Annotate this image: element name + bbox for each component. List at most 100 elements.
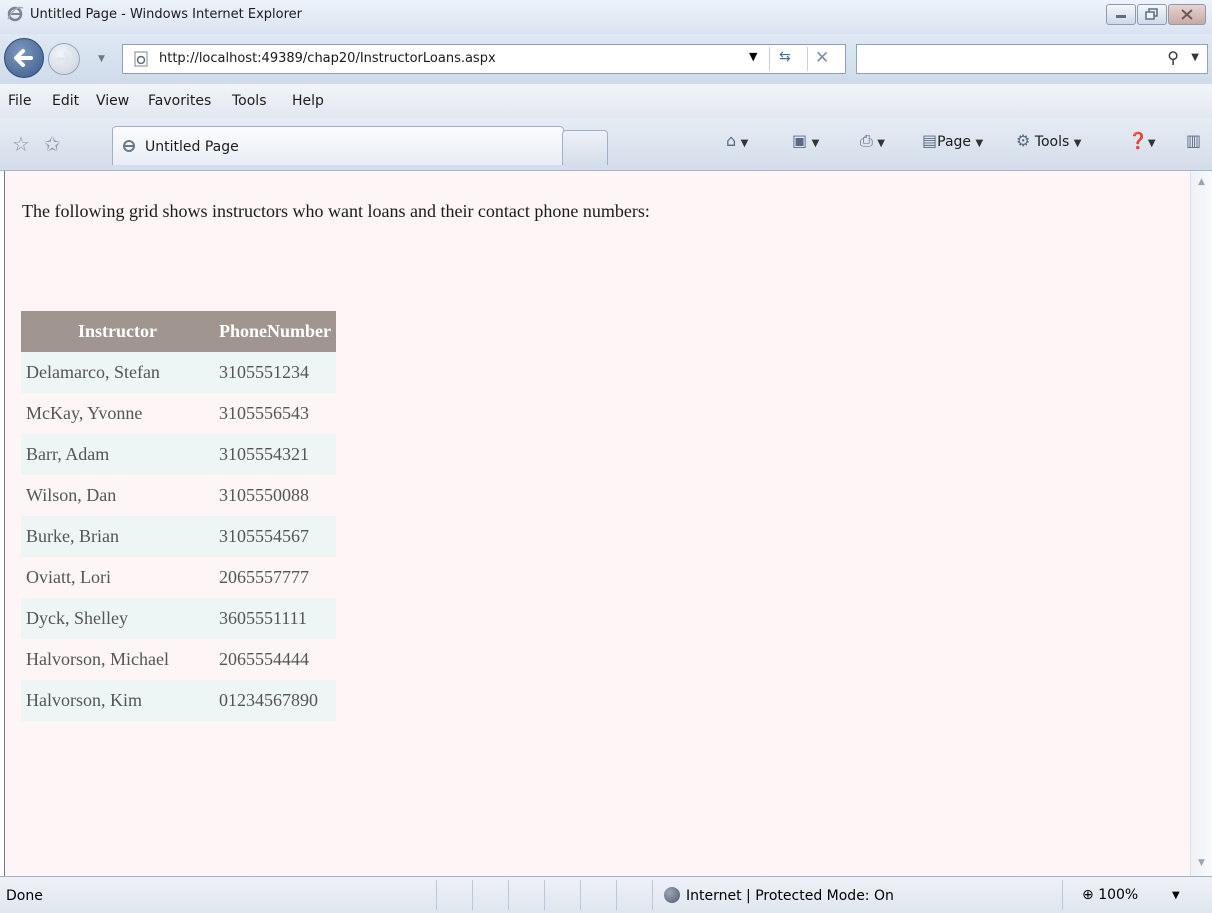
- menu-tools[interactable]: Tools: [232, 93, 267, 109]
- menu-help[interactable]: Help: [292, 93, 324, 109]
- status-bar: Done Internet | Protected Mode: On ⊕ 100…: [0, 876, 1212, 913]
- table-row: Halvorson, Kim 01234567890: [21, 680, 336, 721]
- phone-cell: 2065554444: [214, 639, 336, 680]
- instructor-cell: Halvorson, Michael: [21, 639, 214, 680]
- menu-bar: File Edit View Favorites Tools Help: [0, 84, 1212, 118]
- instructor-cell: Burke, Brian: [21, 516, 214, 557]
- phone-cell: 3605551111: [214, 598, 336, 639]
- menu-edit[interactable]: Edit: [52, 93, 79, 109]
- recent-pages-dropdown-icon[interactable]: ▼: [98, 54, 105, 64]
- home-icon: ⌂: [726, 131, 737, 150]
- menu-favorites[interactable]: Favorites: [148, 93, 211, 109]
- status-divider: [580, 880, 581, 910]
- status-divider: [544, 880, 545, 910]
- add-favorites-icon[interactable]: ✩: [44, 132, 61, 156]
- close-window-button[interactable]: [1168, 4, 1206, 25]
- restore-button[interactable]: [1137, 4, 1167, 25]
- scroll-up-icon[interactable]: ▲: [1198, 177, 1205, 187]
- status-divider: [616, 880, 617, 910]
- search-box[interactable]: ⚲ ▼: [856, 44, 1208, 74]
- feeds-button[interactable]: ▣ ▼: [792, 131, 819, 150]
- home-button[interactable]: ⌂ ▼: [726, 131, 748, 150]
- table-row: Burke, Brian 3105554567: [21, 516, 336, 557]
- security-zone[interactable]: Internet | Protected Mode: On: [664, 887, 894, 904]
- phone-cell: 3105550088: [214, 475, 336, 516]
- url-text[interactable]: http://localhost:49389/chap20/Instructor…: [159, 51, 496, 66]
- window-controls: [1105, 4, 1206, 25]
- minimize-icon: [1116, 15, 1126, 18]
- tab-untitled-page[interactable]: Untitled Page: [112, 126, 564, 165]
- printer-icon: ⎙: [860, 131, 873, 150]
- tools-menu-button[interactable]: ⚙ Tools ▼: [1016, 131, 1081, 150]
- table-row: Oviatt, Lori 2065557777: [21, 557, 336, 598]
- phone-cell: 3105554321: [214, 434, 336, 475]
- page-icon: ▤: [922, 131, 938, 150]
- refresh-icon[interactable]: ⇆: [779, 49, 791, 65]
- instructor-grid: Instructor PhoneNumber Delamarco, Stefan…: [21, 311, 336, 721]
- separator: [769, 47, 770, 71]
- separator: [807, 47, 808, 71]
- help-icon: ❓: [1128, 131, 1148, 150]
- table-row: Halvorson, Michael 2065554444: [21, 639, 336, 680]
- scroll-down-icon[interactable]: ▼: [1198, 858, 1205, 868]
- header-instructor: Instructor: [21, 311, 214, 352]
- forward-button[interactable]: [48, 43, 80, 75]
- tab-label: Untitled Page: [145, 139, 239, 155]
- globe-icon: [664, 887, 680, 903]
- research-icon[interactable]: ▥: [1186, 131, 1201, 150]
- status-text: Done: [6, 888, 43, 904]
- phone-cell: 3105551234: [214, 352, 336, 393]
- print-button[interactable]: ⎙ ▼: [860, 131, 885, 151]
- address-dropdown-icon[interactable]: ▼: [749, 50, 757, 63]
- phone-cell: 2065557777: [214, 557, 336, 598]
- gear-icon: ⚙: [1016, 131, 1031, 150]
- restore-icon: [1145, 8, 1158, 20]
- grid-header-row: Instructor PhoneNumber: [21, 311, 336, 352]
- minimize-button[interactable]: [1106, 4, 1136, 25]
- tab-bar: ☆ ✩ Untitled Page ⌂ ▼ ▣ ▼ ⎙ ▼ ▤Page ▼ ⚙ …: [0, 118, 1212, 171]
- status-divider: [1062, 880, 1063, 910]
- ie-page-icon: [123, 140, 135, 152]
- menu-file[interactable]: File: [8, 93, 31, 109]
- instructor-cell: Delamarco, Stefan: [21, 352, 214, 393]
- phone-cell: 01234567890: [214, 680, 336, 721]
- status-divider: [652, 880, 653, 910]
- zoom-dropdown-icon[interactable]: ▼: [1172, 890, 1180, 901]
- table-row: Delamarco, Stefan 3105551234: [21, 352, 336, 393]
- help-button[interactable]: ❓▼: [1128, 131, 1156, 150]
- vertical-scrollbar[interactable]: ▲ ▼: [1190, 171, 1212, 876]
- back-button[interactable]: [4, 38, 44, 78]
- title-bar: Untitled Page - Windows Internet Explore…: [0, 0, 1212, 34]
- instructor-cell: Barr, Adam: [21, 434, 214, 475]
- table-row: McKay, Yvonne 3105556543: [21, 393, 336, 434]
- search-dropdown-icon[interactable]: ▼: [1191, 52, 1199, 63]
- instructor-cell: Halvorson, Kim: [21, 680, 214, 721]
- phone-cell: 3105556543: [214, 393, 336, 434]
- status-divider: [436, 880, 437, 910]
- header-phone-number: PhoneNumber: [214, 311, 336, 352]
- page-menu-button[interactable]: ▤Page ▼: [922, 131, 983, 150]
- table-row: Dyck, Shelley 3605551111: [21, 598, 336, 639]
- table-row: Wilson, Dan 3105550088: [21, 475, 336, 516]
- status-divider: [472, 880, 473, 910]
- page-icon: [134, 51, 148, 67]
- search-icon[interactable]: ⚲: [1167, 48, 1179, 67]
- table-row: Barr, Adam 3105554321: [21, 434, 336, 475]
- page-content: The following grid shows instructors who…: [4, 171, 1191, 876]
- instructor-cell: Oviatt, Lori: [21, 557, 214, 598]
- window-title: Untitled Page - Windows Internet Explore…: [30, 7, 303, 22]
- navigation-bar: ▼ http://localhost:49389/chap20/Instruct…: [0, 34, 1212, 84]
- address-bar[interactable]: http://localhost:49389/chap20/Instructor…: [122, 44, 846, 74]
- new-tab-button[interactable]: [562, 130, 608, 165]
- phone-cell: 3105554567: [214, 516, 336, 557]
- instructor-cell: Wilson, Dan: [21, 475, 214, 516]
- menu-view[interactable]: View: [96, 93, 129, 109]
- ie-logo-icon: [7, 6, 24, 22]
- zoom-level[interactable]: ⊕ 100%: [1082, 887, 1138, 903]
- close-icon: [1181, 9, 1193, 20]
- favorites-star-icon[interactable]: ☆: [12, 132, 30, 156]
- instructor-cell: Dyck, Shelley: [21, 598, 214, 639]
- intro-text: The following grid shows instructors who…: [22, 201, 650, 221]
- zoom-icon: ⊕: [1082, 887, 1094, 903]
- stop-icon[interactable]: ✕: [815, 48, 829, 68]
